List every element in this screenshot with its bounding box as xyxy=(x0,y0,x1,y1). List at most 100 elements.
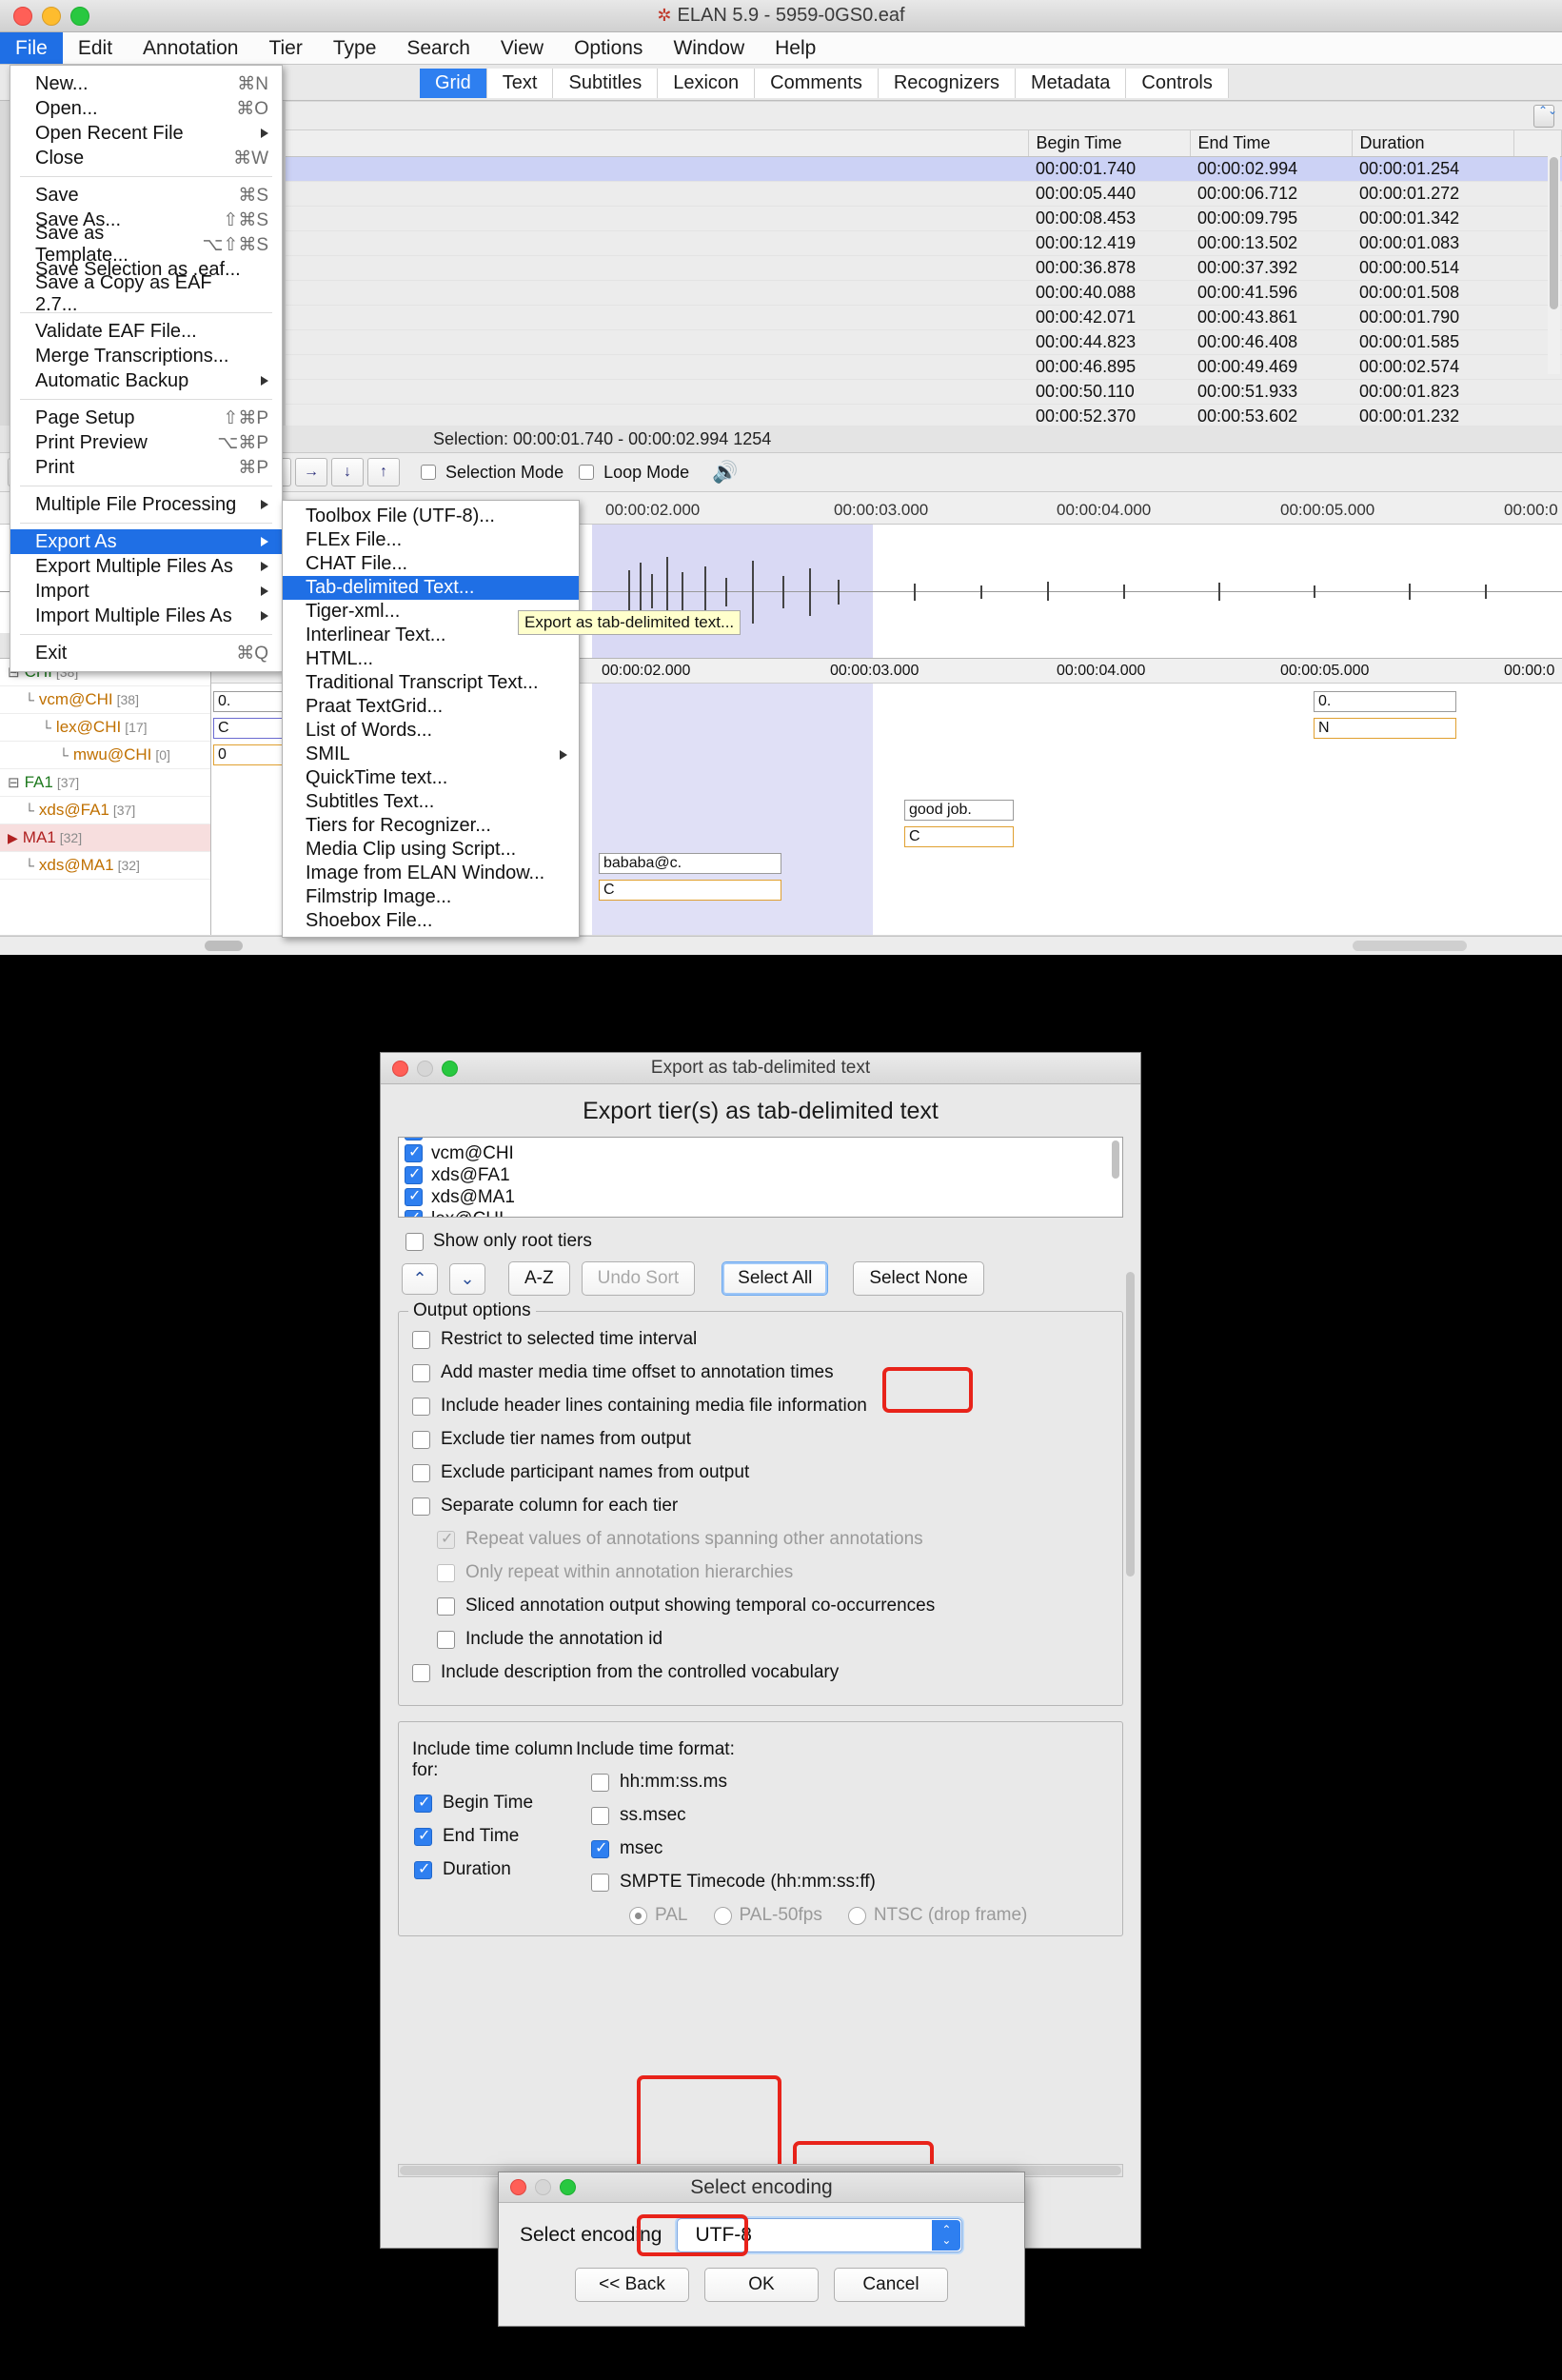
scroll-thumb-left[interactable] xyxy=(205,941,243,951)
menu-item-validate-eaf-file[interactable]: Validate EAF File... xyxy=(10,319,282,344)
grid-col-end-time[interactable]: End Time xyxy=(1190,130,1353,157)
time-fmt-ssmsec[interactable]: ss.msec xyxy=(591,1805,1122,1826)
menu-item-merge-transcriptions[interactable]: Merge Transcriptions... xyxy=(10,344,282,368)
option-include-header-lines[interactable]: Include header lines containing media fi… xyxy=(412,1396,1122,1417)
menu-tier[interactable]: Tier xyxy=(253,32,317,64)
table-row[interactable]: 00:00:40.088 00:00:41.596 00:00:01.508 xyxy=(286,280,1562,306)
tier-checkbox[interactable] xyxy=(405,1186,423,1206)
checkbox[interactable] xyxy=(414,1793,432,1813)
checkbox[interactable] xyxy=(412,1463,430,1482)
table-row[interactable]: 00:00:01.740 00:00:02.994 00:00:01.254 xyxy=(286,156,1562,182)
time-fmt-smpte[interactable]: SMPTE Timecode (hh:mm:ss:ff) xyxy=(591,1872,1122,1893)
export-item-shoebox-file[interactable]: Shoebox File... xyxy=(283,909,579,933)
export-as-submenu[interactable]: Toolbox File (UTF-8)... FLEx File... CHA… xyxy=(282,500,580,938)
tab-subtitles[interactable]: Subtitles xyxy=(553,69,659,98)
table-row[interactable]: 00:00:46.895 00:00:49.469 00:00:02.574 xyxy=(286,354,1562,380)
export-item-praat-textgrid[interactable]: Praat TextGrid... xyxy=(283,695,579,719)
annotation-block[interactable]: bababa@c. xyxy=(599,853,781,874)
time-fmt-msec[interactable]: msec xyxy=(591,1838,1122,1859)
tier-row-vcm-chi[interactable]: └ vcm@CHI [38] xyxy=(0,686,210,714)
menu-window[interactable]: Window xyxy=(658,32,760,64)
tab-lexicon[interactable]: Lexicon xyxy=(658,69,756,98)
checkbox[interactable] xyxy=(591,1773,609,1792)
table-row[interactable]: 00:00:12.419 00:00:13.502 00:00:01.083 xyxy=(286,230,1562,256)
export-item-toolbox-file[interactable]: Toolbox File (UTF-8)... xyxy=(283,505,579,528)
menu-annotation[interactable]: Annotation xyxy=(128,32,253,64)
tier-checkbox[interactable] xyxy=(405,1164,423,1184)
selection-mode-checkbox[interactable] xyxy=(421,465,436,480)
encoding-action-buttons[interactable]: << Back OK Cancel xyxy=(499,2268,1024,2302)
tier-name-column[interactable]: ⊟ CHI [38] └ vcm@CHI [38] └ lex@CHI [17]… xyxy=(0,659,211,935)
export-item-chat-file[interactable]: CHAT File... xyxy=(283,552,579,576)
option-exclude-participant-names[interactable]: Exclude participant names from output xyxy=(412,1462,1122,1483)
show-only-root-tiers-row[interactable]: Show only root tiers xyxy=(405,1231,1140,1252)
tab-controls[interactable]: Controls xyxy=(1126,69,1229,98)
checkbox[interactable] xyxy=(412,1330,430,1349)
dialog-vertical-scrollbar[interactable] xyxy=(1126,1272,1137,2072)
chevron-updown-icon[interactable]: ⌃ ⌄ xyxy=(932,2220,961,2251)
tier-checkbox[interactable] xyxy=(405,1142,423,1162)
export-item-smil[interactable]: SMIL xyxy=(283,743,579,766)
move-down-button[interactable]: ↓ xyxy=(331,458,364,486)
menu-item-print-preview[interactable]: Print Preview ⌥⌘P xyxy=(10,430,282,455)
select-all-button[interactable]: Select All xyxy=(722,1261,829,1296)
tab-metadata[interactable]: Metadata xyxy=(1016,69,1127,98)
grid-col-duration[interactable]: Duration xyxy=(1352,130,1514,157)
option-separate-column-each-tier[interactable]: Separate column for each tier xyxy=(412,1496,1122,1517)
menu-item-open-recent-file[interactable]: Open Recent File xyxy=(10,121,282,146)
sort-az-button[interactable]: A-Z xyxy=(508,1261,570,1296)
checkbox[interactable] xyxy=(412,1363,430,1382)
menu-item-automatic-backup[interactable]: Automatic Backup xyxy=(10,368,282,393)
tier-selection-list[interactable]: MA1 vcm@CHI xds@FA1 xds@MA1 lex@CHI xyxy=(398,1137,1123,1218)
tab-recognizers[interactable]: Recognizers xyxy=(878,69,1017,98)
grid-col-begin-time[interactable]: Begin Time xyxy=(1028,130,1191,157)
time-col-end-time[interactable]: End Time xyxy=(414,1826,576,1847)
export-item-tab-delimited-text[interactable]: Tab-delimited Text... xyxy=(283,576,579,600)
encoding-ok-button[interactable]: OK xyxy=(704,2268,819,2302)
checkbox[interactable] xyxy=(591,1873,609,1892)
checkbox[interactable] xyxy=(412,1430,430,1449)
tier-list-scrollbar[interactable] xyxy=(1111,1140,1120,1215)
encoding-back-button[interactable]: << Back xyxy=(575,2268,689,2302)
encoding-select[interactable]: UTF-8 ⌃ ⌄ xyxy=(677,2218,963,2252)
table-row[interactable]: 00:00:05.440 00:00:06.712 00:00:01.272 xyxy=(286,181,1562,207)
viewer-tabs[interactable]: Grid Text Subtitles Lexicon Comments Rec… xyxy=(420,69,1229,98)
menu-item-export-multiple-files-as[interactable]: Export Multiple Files As xyxy=(10,554,282,579)
grid-tier-select[interactable] xyxy=(1533,105,1557,128)
table-row[interactable]: 00:00:42.071 00:00:43.861 00:00:01.790 xyxy=(286,305,1562,330)
grid-vertical-scrollbar[interactable] xyxy=(1548,155,1560,374)
menu-item-export-as[interactable]: Export As xyxy=(10,529,282,554)
time-col-begin-time[interactable]: Begin Time xyxy=(414,1793,576,1814)
time-fmt-hhmmssms[interactable]: hh:mm:ss.ms xyxy=(591,1772,1122,1793)
menu-item-save-copy-as-eaf27[interactable]: Save a Copy as EAF 2.7... xyxy=(10,272,282,315)
menu-item-close[interactable]: Close ⌘W xyxy=(10,146,282,170)
checkbox[interactable] xyxy=(412,1397,430,1416)
volume-icon[interactable]: 🔊 xyxy=(712,460,738,485)
menu-item-new[interactable]: New... ⌘N xyxy=(10,71,282,96)
option-restrict-time-interval[interactable]: Restrict to selected time interval xyxy=(412,1329,1122,1350)
tier-row-fa1[interactable]: ⊟ FA1 [37] xyxy=(0,769,210,797)
tier-checkbox[interactable] xyxy=(405,1138,423,1140)
tier-row-lex-chi[interactable]: └ lex@CHI [17] xyxy=(0,714,210,742)
menu-item-import-multiple-files-as[interactable]: Import Multiple Files As xyxy=(10,604,282,628)
export-item-subtitles-text[interactable]: Subtitles Text... xyxy=(283,790,579,814)
annotation-block[interactable]: C xyxy=(904,826,1014,847)
tab-comments[interactable]: Comments xyxy=(755,69,879,98)
move-up-button[interactable]: ↑ xyxy=(367,458,400,486)
export-item-image-from-elan-window[interactable]: Image from ELAN Window... xyxy=(283,862,579,885)
export-item-quicktime-text[interactable]: QuickTime text... xyxy=(283,766,579,790)
menu-search[interactable]: Search xyxy=(391,32,485,64)
export-item-traditional-transcript-text[interactable]: Traditional Transcript Text... xyxy=(283,671,579,695)
checkbox[interactable] xyxy=(412,1497,430,1516)
encoding-cancel-button[interactable]: Cancel xyxy=(834,2268,948,2302)
export-item-flex-file[interactable]: FLEx File... xyxy=(283,528,579,552)
annotation-block[interactable]: C xyxy=(599,880,781,901)
table-row[interactable]: 00:00:44.823 00:00:46.408 00:00:01.585 xyxy=(286,329,1562,355)
tier-row-xds-ma1[interactable]: └ xds@MA1 [32] xyxy=(0,852,210,880)
tier-checkbox[interactable] xyxy=(405,1208,423,1217)
checkbox[interactable] xyxy=(591,1838,609,1858)
menu-bar[interactable]: File Edit Annotation Tier Type Search Vi… xyxy=(0,32,1562,65)
tier-row-mwu-chi[interactable]: └ mwu@CHI [0] xyxy=(0,742,210,769)
play-tier-icon[interactable]: ▶ xyxy=(8,830,18,846)
timeline-horizontal-scrollbar[interactable] xyxy=(0,936,1562,955)
